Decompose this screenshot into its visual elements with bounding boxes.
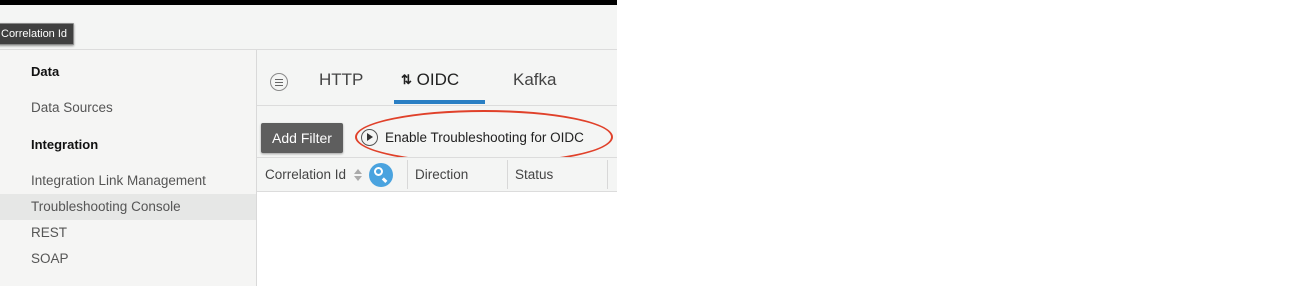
sync-arrows-icon: ⇅ — [401, 72, 412, 87]
sidebar-item-label: SOAP — [31, 251, 69, 266]
tooltip: Correlation Id — [0, 23, 75, 45]
sidebar-item-integration-link-management[interactable]: Integration Link Management — [0, 173, 256, 193]
tab-label: HTTP — [319, 70, 364, 89]
table-header: Correlation Id Direction Status — [257, 157, 617, 192]
sidebar-item-rest[interactable]: REST — [0, 225, 256, 245]
sidebar-item-soap[interactable]: SOAP — [0, 251, 256, 271]
hamburger-circle-icon[interactable] — [270, 73, 288, 91]
sidebar-heading-data: Data — [0, 64, 256, 84]
column-label: Status — [515, 167, 554, 182]
column-divider — [607, 160, 608, 189]
column-label: Correlation Id — [265, 167, 347, 182]
column-divider — [507, 160, 508, 189]
tab-label: OIDC — [416, 70, 460, 89]
column-header-direction[interactable]: Direction — [415, 158, 468, 191]
sidebar-heading-integration: Integration — [0, 137, 256, 157]
sidebar-item-label: Data — [31, 64, 60, 79]
tabs-bar: HTTP ⇅ OIDC Kafka — [257, 50, 617, 106]
sidebar-item-label: REST — [31, 225, 68, 240]
header-strip: Correlation Id — [0, 5, 617, 50]
sidebar-item-label: Integration — [31, 137, 99, 152]
add-filter-button[interactable]: Add Filter — [261, 123, 343, 153]
column-label: Direction — [415, 167, 469, 182]
tab-http[interactable]: HTTP — [319, 70, 363, 90]
sidebar: Data Data Sources Integration Integratio… — [0, 50, 257, 286]
sidebar-item-label: Data Sources — [31, 100, 113, 115]
main-panel: HTTP ⇅ OIDC Kafka Add Filter Enable Trou… — [257, 50, 617, 286]
column-header-status[interactable]: Status — [515, 158, 553, 191]
column-divider — [407, 160, 408, 189]
sort-icon[interactable] — [354, 169, 362, 181]
sidebar-item-troubleshooting-console[interactable]: Troubleshooting Console — [0, 194, 256, 220]
tab-label: Kafka — [513, 70, 557, 89]
tab-oidc[interactable]: ⇅ OIDC — [401, 70, 459, 90]
column-header-correlation-id[interactable]: Correlation Id — [265, 158, 346, 191]
sidebar-item-label: Integration Link Management — [31, 173, 206, 188]
tab-kafka[interactable]: Kafka — [513, 70, 556, 90]
sidebar-item-label: Troubleshooting Console — [31, 199, 181, 214]
highlight-annotation-oval — [355, 110, 613, 164]
search-icon[interactable] — [369, 163, 393, 187]
sidebar-item-data-sources[interactable]: Data Sources — [0, 100, 256, 120]
active-tab-indicator — [394, 100, 485, 104]
